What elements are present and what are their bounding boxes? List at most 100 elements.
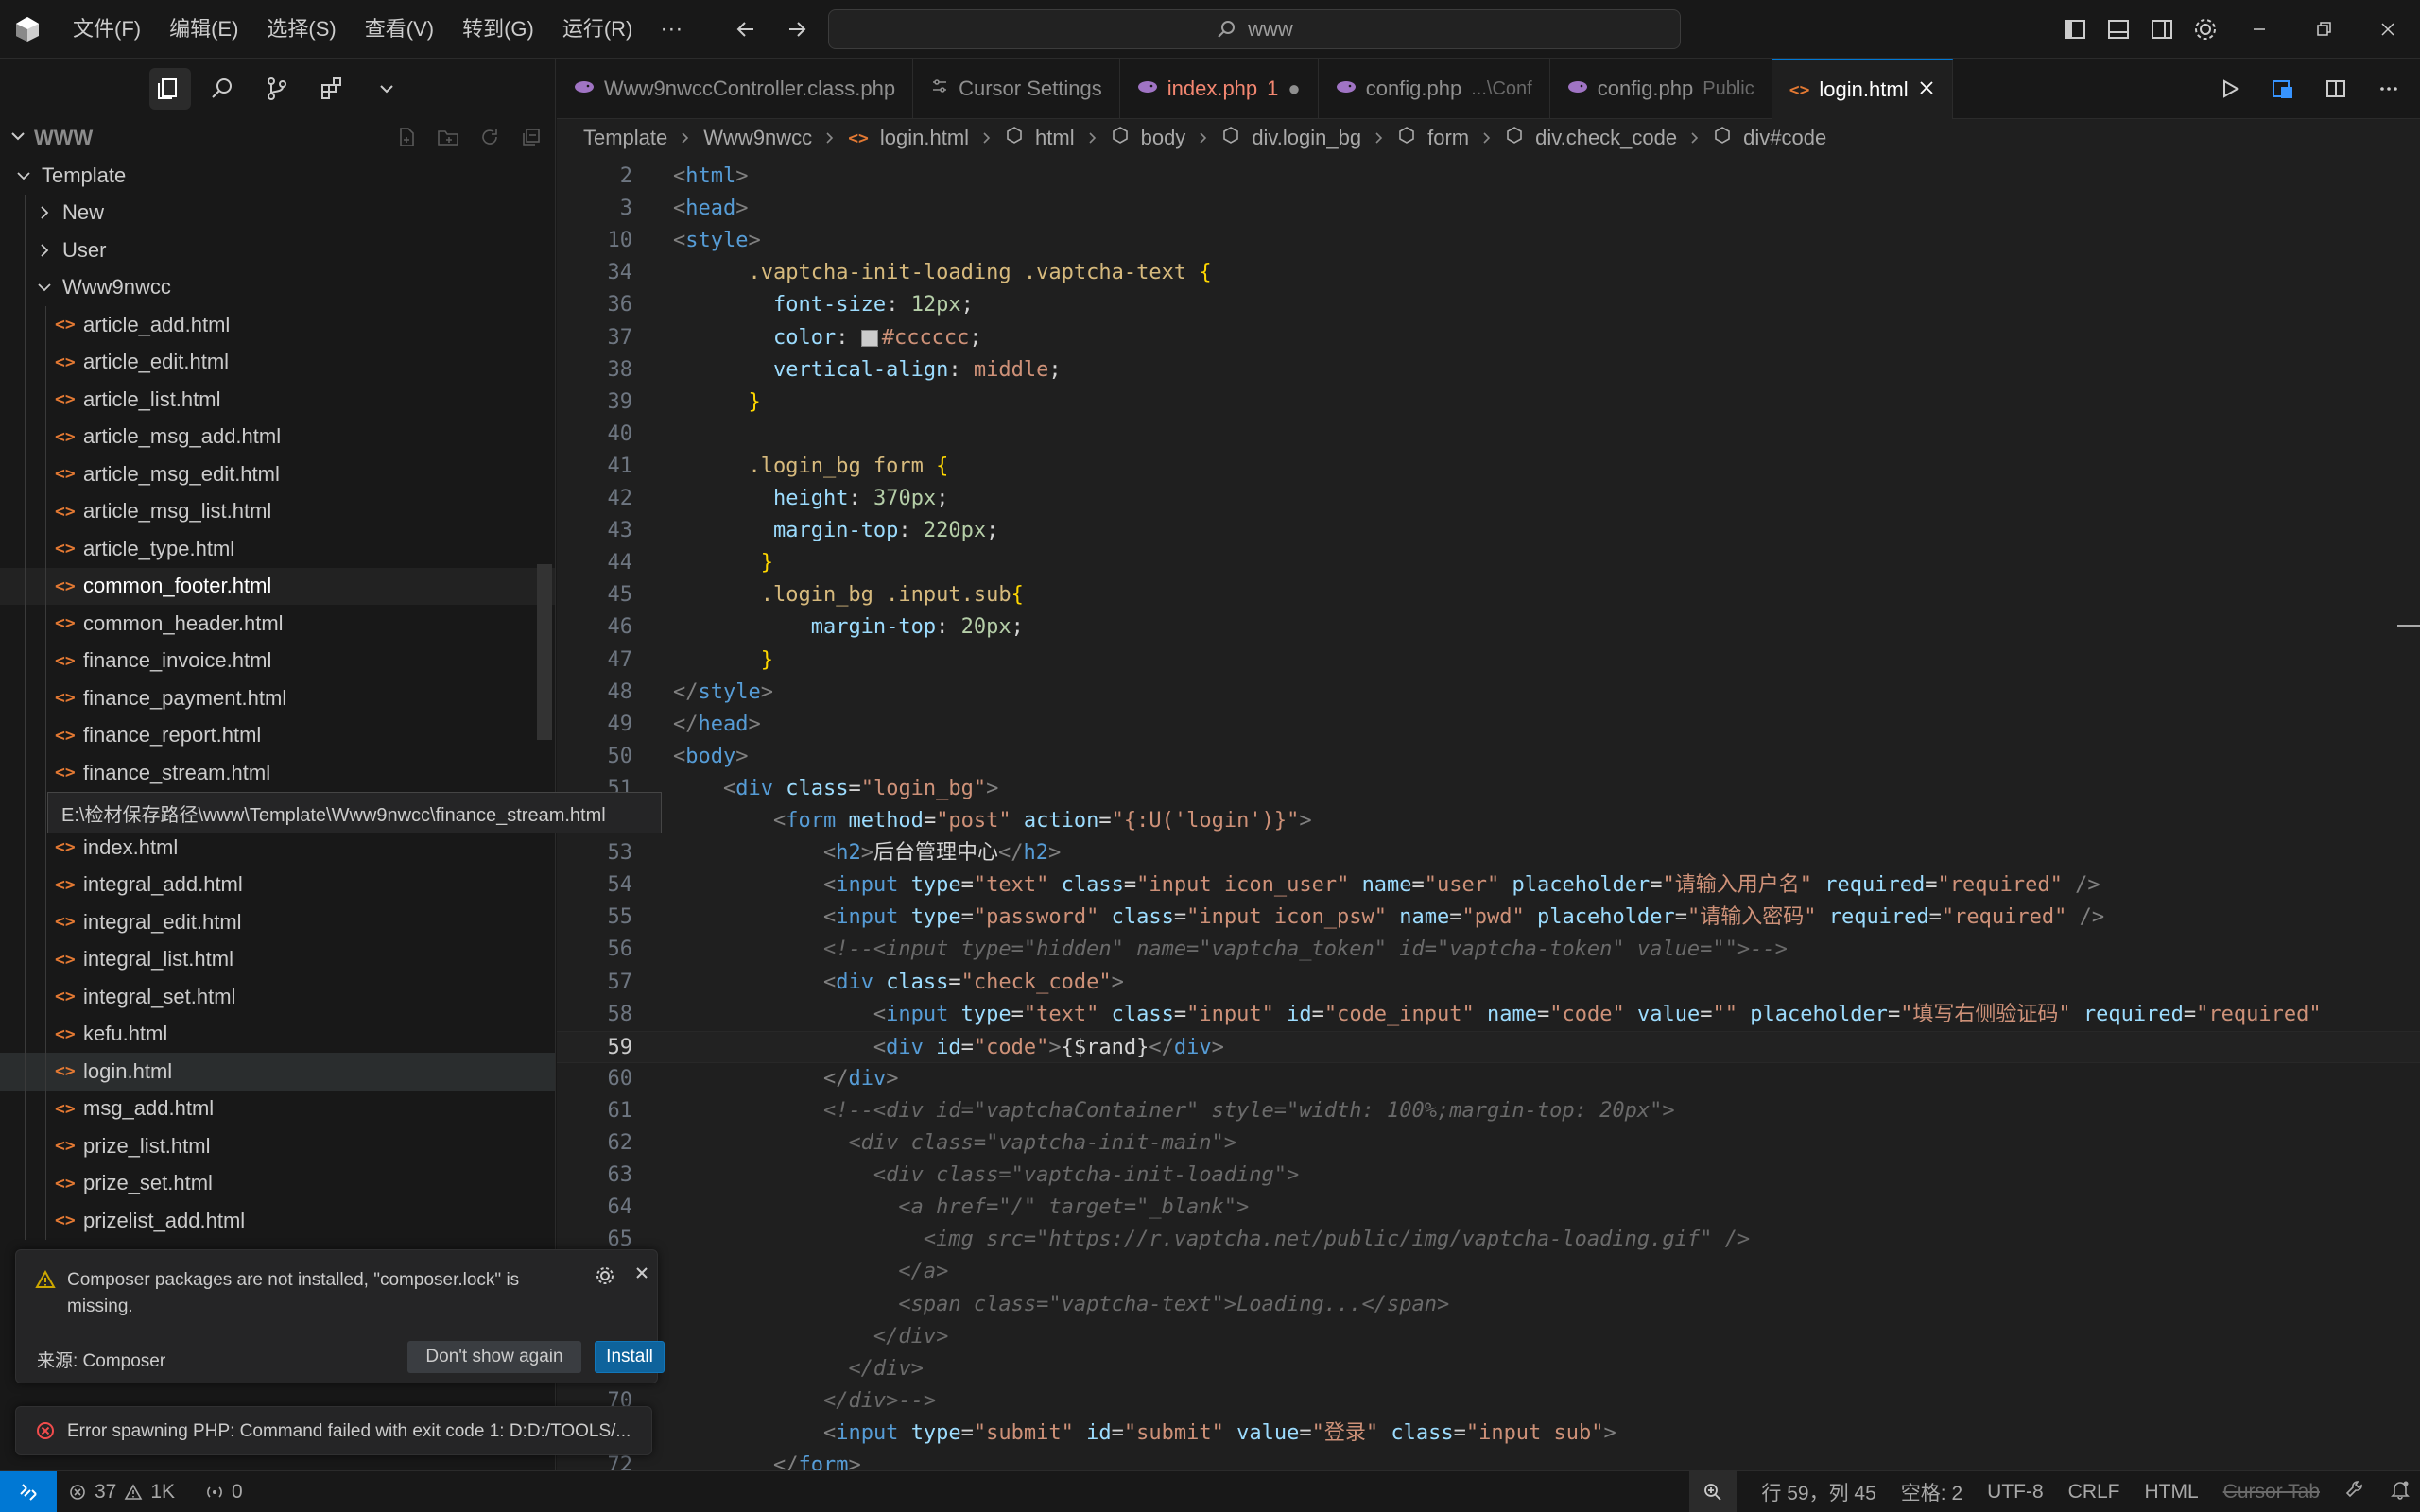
code-line[interactable]: 45 .login_bg .input.sub{ xyxy=(557,579,2420,611)
menu-item[interactable]: 运行(R) xyxy=(548,10,648,48)
code-line[interactable]: 48 </style> xyxy=(557,677,2420,709)
file-tree-item[interactable]: <> finance_report.html xyxy=(0,716,555,754)
file-tree-item[interactable]: <> finance_payment.html xyxy=(0,679,555,717)
code-line[interactable]: 63 <div class="vaptcha-init-loading"> xyxy=(557,1160,2420,1192)
code-line[interactable]: 57 <div class="check_code"> xyxy=(557,967,2420,999)
menu-item[interactable]: 选择(S) xyxy=(252,10,350,48)
back-arrow-icon[interactable] xyxy=(728,11,764,47)
breadcrumb-item[interactable]: body xyxy=(1141,126,1186,150)
code-line[interactable]: 38 vertical-align: middle; xyxy=(557,354,2420,387)
code-line[interactable]: 60 </div> xyxy=(557,1063,2420,1095)
code-line[interactable]: 44 } xyxy=(557,547,2420,579)
file-tree-item[interactable]: <> integral_edit.html xyxy=(0,903,555,941)
file-tree-item[interactable]: <> kefu.html xyxy=(0,1015,555,1053)
file-tree-item[interactable]: <> integral_list.html xyxy=(0,940,555,978)
encoding[interactable]: UTF-8 xyxy=(1987,1481,2044,1503)
code-line[interactable]: 41 .login_bg form { xyxy=(557,451,2420,483)
file-tree-item[interactable]: <> prize_set.html xyxy=(0,1164,555,1202)
breadcrumb-item[interactable]: Template xyxy=(583,126,667,150)
file-tree-item[interactable]: <> prize_list.html xyxy=(0,1127,555,1165)
file-tree-item[interactable]: <> login.html xyxy=(0,1053,555,1091)
explorer-icon[interactable] xyxy=(149,68,185,110)
file-tree-item[interactable]: <> integral_add.html xyxy=(0,866,555,903)
restore-icon[interactable] xyxy=(2291,0,2356,59)
cursor-tab-status[interactable]: Cursor Tab xyxy=(2223,1481,2320,1503)
code-line[interactable]: 65 <img src="https://r.vaptcha.net/publi… xyxy=(557,1224,2420,1256)
code-line[interactable]: 50 <body> xyxy=(557,741,2420,773)
new-folder-icon[interactable] xyxy=(434,123,462,151)
file-tree-item[interactable]: <> article_msg_add.html xyxy=(0,418,555,455)
file-tree-item[interactable]: <> article_msg_edit.html xyxy=(0,455,555,493)
split-editor-icon[interactable] xyxy=(2318,71,2354,107)
breadcrumb-item[interactable]: form xyxy=(1427,126,1469,150)
code-line[interactable]: 72 </form> xyxy=(557,1450,2420,1470)
preview-icon[interactable] xyxy=(2265,71,2301,107)
editor-tab[interactable]: Www9nwccController.class.php xyxy=(557,59,914,119)
chevron-down-icon[interactable] xyxy=(369,68,405,110)
file-tree-item[interactable]: <> index.html xyxy=(0,829,555,867)
file-tree-item[interactable]: <> integral_set.html xyxy=(0,978,555,1016)
unsaved-dot-icon[interactable]: ● xyxy=(1288,77,1300,101)
file-tree-item[interactable]: <> article_list.html xyxy=(0,381,555,419)
dont-show-again-button[interactable]: Don't show again xyxy=(407,1341,581,1373)
cursor-position[interactable]: 行 59，列 45 xyxy=(1761,1478,1876,1506)
code-line[interactable]: 3 <head> xyxy=(557,193,2420,225)
code-line[interactable]: 54 <input type="text" class="input icon_… xyxy=(557,869,2420,902)
more-actions-icon[interactable] xyxy=(2371,71,2407,107)
folder-tree-item[interactable]: Www9nwcc xyxy=(0,268,555,306)
close-icon[interactable] xyxy=(1918,77,1935,102)
file-tree-item[interactable]: <> article_add.html xyxy=(0,306,555,344)
file-tree-item[interactable]: <> prizelist_add.html xyxy=(0,1202,555,1240)
code-line[interactable]: 10 <style> xyxy=(557,225,2420,257)
code-line[interactable]: 2 <html> xyxy=(557,161,2420,193)
code-editor[interactable]: 2 <html> 3 <head> 10 <style> 34 .vaptcha-init-… xyxy=(557,157,2420,1470)
breadcrumb-item[interactable]: div#code xyxy=(1743,126,1826,150)
code-line[interactable]: 61 <!--<div id="vaptchaContainer" style=… xyxy=(557,1095,2420,1127)
toggle-secondary-sidebar-icon[interactable] xyxy=(2144,11,2180,47)
menu-item[interactable]: 转到(G) xyxy=(448,10,548,48)
new-file-icon[interactable] xyxy=(392,123,421,151)
collapse-all-icon[interactable] xyxy=(517,123,545,151)
breadcrumb-item[interactable]: div.check_code xyxy=(1535,126,1677,150)
code-line[interactable]: 66 </a> xyxy=(557,1256,2420,1288)
code-line[interactable]: 59 <div id="code">{$rand}</div> xyxy=(557,1030,2420,1063)
zoom-icon[interactable] xyxy=(1689,1471,1737,1512)
folder-tree-item[interactable]: Template xyxy=(0,157,555,195)
gear-icon[interactable] xyxy=(2187,11,2223,47)
editor-tab[interactable]: <> login.html xyxy=(1772,59,1953,119)
file-tree-item[interactable]: <> msg_add.html xyxy=(0,1090,555,1127)
source-control-icon[interactable] xyxy=(259,68,295,110)
file-tree-item[interactable]: <> article_edit.html xyxy=(0,343,555,381)
file-tree-item[interactable]: <> finance_invoice.html xyxy=(0,642,555,679)
code-line[interactable]: 71 <input type="submit" id="submit" valu… xyxy=(557,1418,2420,1450)
menu-item[interactable]: 编辑(E) xyxy=(155,10,252,48)
close-icon[interactable] xyxy=(632,1263,651,1288)
code-line[interactable]: 55 <input type="password" class="input i… xyxy=(557,902,2420,934)
toggle-primary-sidebar-icon[interactable] xyxy=(2057,11,2093,47)
menu-item[interactable]: 查看(V) xyxy=(351,10,448,48)
minimize-icon[interactable] xyxy=(2227,0,2291,59)
code-line[interactable]: 62 <div class="vaptcha-init-main"> xyxy=(557,1127,2420,1160)
code-line[interactable]: 69 </div> xyxy=(557,1353,2420,1385)
code-line[interactable]: 51 <div class="login_bg"> xyxy=(557,773,2420,805)
code-line[interactable]: 40 xyxy=(557,419,2420,451)
file-tree-item[interactable]: <> common_footer.html xyxy=(0,567,555,605)
color-swatch[interactable] xyxy=(860,329,878,347)
toggle-panel-icon[interactable] xyxy=(2100,11,2136,47)
file-tree-item[interactable]: <> finance_stream.html xyxy=(0,754,555,792)
editor-tab[interactable]: config.php ...\Conf xyxy=(1319,59,1550,119)
code-line[interactable]: 43 margin-top: 220px; xyxy=(557,515,2420,547)
remote-icon[interactable] xyxy=(0,1471,57,1512)
problems-indicator[interactable]: 37 1K 0 xyxy=(68,1471,243,1512)
extensions-icon[interactable] xyxy=(314,68,350,110)
folder-tree-item[interactable]: New xyxy=(0,194,555,232)
code-line[interactable]: 53 <h2>后台管理中心</h2> xyxy=(557,837,2420,869)
workspace-folder-header[interactable]: WWW xyxy=(0,119,555,157)
code-line[interactable]: 46 margin-top: 20px; xyxy=(557,611,2420,644)
code-line[interactable]: 47 } xyxy=(557,644,2420,677)
refresh-icon[interactable] xyxy=(475,123,504,151)
code-line[interactable]: 36 font-size: 12px; xyxy=(557,289,2420,321)
close-window-icon[interactable] xyxy=(2356,0,2420,59)
more-menu-icon[interactable]: ··· xyxy=(647,16,696,43)
menu-item[interactable]: 文件(F) xyxy=(59,10,155,48)
